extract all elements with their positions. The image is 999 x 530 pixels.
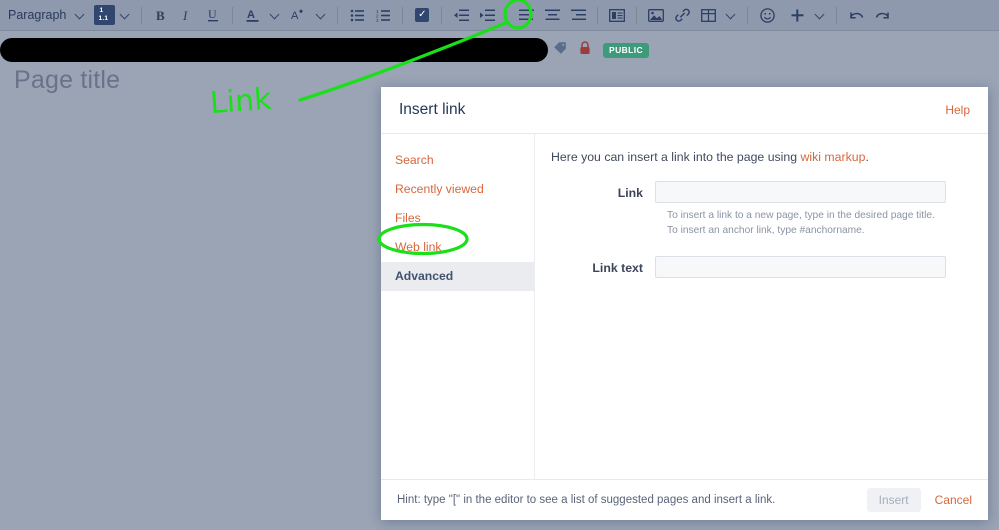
table-icon bbox=[696, 4, 720, 26]
link-hint-anchor: To insert an anchor link, type #anchorna… bbox=[667, 225, 865, 236]
task-list-button[interactable]: ✓ bbox=[410, 4, 434, 26]
toolbar-divider bbox=[836, 6, 838, 24]
insert-more-dropdown[interactable] bbox=[784, 4, 830, 26]
text-color-dropdown[interactable]: A bbox=[239, 4, 285, 26]
align-right-button[interactable] bbox=[566, 4, 590, 26]
bold-button[interactable]: B bbox=[149, 4, 173, 26]
page-title-placeholder[interactable]: Page title bbox=[14, 66, 120, 95]
toolbar-divider bbox=[441, 6, 443, 24]
link-text-field-label: Link text bbox=[592, 261, 643, 275]
redo-button[interactable] bbox=[870, 4, 894, 26]
underline-button[interactable]: U bbox=[201, 4, 225, 26]
link-text-input[interactable] bbox=[655, 256, 946, 278]
italic-button[interactable]: I bbox=[175, 4, 199, 26]
chevron-down-icon bbox=[75, 10, 85, 20]
insert-table-dropdown[interactable] bbox=[695, 4, 741, 26]
redacted-breadcrumb-bar bbox=[0, 38, 548, 62]
chevron-down-icon bbox=[726, 10, 736, 20]
intro-suffix: . bbox=[865, 150, 869, 164]
dialog-content: Here you can insert a link into the page… bbox=[535, 134, 988, 479]
svg-text:A: A bbox=[247, 9, 255, 21]
clear-formatting-icon: A bbox=[286, 4, 310, 26]
svg-text:U: U bbox=[208, 7, 217, 21]
indent-button[interactable] bbox=[475, 4, 499, 26]
field-spacer bbox=[551, 238, 966, 256]
help-link[interactable]: Help bbox=[945, 103, 970, 117]
app-root: Paragraph 1 1.1 B I U A A 1 2 3 ✓ PUBLIC… bbox=[0, 0, 999, 530]
toolbar-divider bbox=[636, 6, 638, 24]
outdent-button[interactable] bbox=[449, 4, 473, 26]
numbered-heading-icon: 1 1.1 bbox=[94, 5, 116, 25]
svg-text:3: 3 bbox=[376, 18, 379, 22]
wiki-markup-link[interactable]: wiki markup bbox=[801, 150, 866, 164]
dialog-footer: Hint: type "[" in the editor to see a li… bbox=[381, 479, 988, 520]
toolbar-divider bbox=[141, 6, 143, 24]
svg-text:B: B bbox=[156, 8, 165, 23]
link-field-hints: To insert a link to a new page, type in … bbox=[667, 208, 966, 238]
align-center-button[interactable] bbox=[540, 4, 564, 26]
insert-emoji-button[interactable] bbox=[755, 4, 779, 26]
link-text-field-row: Link text bbox=[551, 256, 966, 278]
page-header-icons: PUBLIC bbox=[553, 41, 650, 60]
sidebar-item-advanced[interactable]: Advanced bbox=[381, 262, 534, 291]
link-field-label: Link bbox=[617, 186, 643, 200]
footer-actions: Insert Cancel bbox=[866, 488, 972, 512]
numbered-heading-top: 1 bbox=[99, 7, 104, 14]
visibility-badge: PUBLIC bbox=[603, 43, 650, 58]
chevron-down-icon bbox=[270, 10, 280, 20]
align-left-button[interactable] bbox=[514, 4, 538, 26]
dialog-title: Insert link bbox=[399, 101, 466, 118]
link-hint-new-page: To insert a link to a new page, type in … bbox=[667, 210, 935, 221]
checkbox-icon: ✓ bbox=[415, 8, 430, 22]
intro-prefix: Here you can insert a link into the page… bbox=[551, 150, 801, 164]
paragraph-style-dropdown[interactable]: Paragraph bbox=[6, 4, 90, 26]
paragraph-style-label: Paragraph bbox=[8, 8, 67, 22]
dialog-sidebar: Search Recently viewed Files Web link Ad… bbox=[381, 134, 535, 479]
svg-text:I: I bbox=[182, 8, 188, 23]
chevron-down-icon bbox=[120, 10, 130, 20]
dialog-header: Insert link Help bbox=[381, 87, 988, 134]
text-color-icon: A bbox=[240, 4, 264, 26]
link-input[interactable] bbox=[655, 181, 946, 203]
sidebar-item-web-link[interactable]: Web link bbox=[381, 233, 534, 262]
chevron-down-icon bbox=[316, 10, 326, 20]
page-layout-button[interactable] bbox=[605, 4, 629, 26]
dialog-body: Search Recently viewed Files Web link Ad… bbox=[381, 134, 988, 479]
insert-link-button[interactable] bbox=[670, 4, 694, 26]
toolbar-divider bbox=[506, 6, 508, 24]
numbered-heading-bottom: 1.1 bbox=[98, 14, 109, 22]
chevron-down-icon bbox=[815, 10, 825, 20]
toolbar-divider bbox=[747, 6, 749, 24]
sidebar-item-recently-viewed[interactable]: Recently viewed bbox=[381, 175, 534, 204]
plus-icon bbox=[785, 4, 809, 26]
lock-icon[interactable] bbox=[579, 41, 591, 60]
insert-image-button[interactable] bbox=[644, 4, 668, 26]
footer-hint-text: Hint: type "[" in the editor to see a li… bbox=[397, 494, 776, 506]
toolbar-divider bbox=[337, 6, 339, 24]
sidebar-item-search[interactable]: Search bbox=[381, 146, 534, 175]
cancel-button[interactable]: Cancel bbox=[935, 493, 972, 507]
sidebar-item-files[interactable]: Files bbox=[381, 204, 534, 233]
insert-link-dialog: Insert link Help Search Recently viewed … bbox=[381, 87, 988, 520]
clear-formatting-dropdown[interactable]: A bbox=[285, 4, 331, 26]
annotation-handwritten-link: Link bbox=[208, 81, 273, 122]
undo-button[interactable] bbox=[844, 4, 868, 26]
intro-text: Here you can insert a link into the page… bbox=[551, 150, 966, 164]
link-field-row: Link bbox=[551, 181, 966, 203]
toolbar-divider bbox=[597, 6, 599, 24]
numbered-heading-dropdown[interactable]: 1 1.1 bbox=[94, 4, 135, 26]
numbered-list-button[interactable]: 1 2 3 bbox=[371, 4, 395, 26]
toolbar-divider bbox=[402, 6, 404, 24]
insert-button[interactable]: Insert bbox=[866, 488, 921, 512]
editor-toolbar: Paragraph 1 1.1 B I U A A 1 2 3 ✓ bbox=[0, 0, 999, 31]
tag-icon[interactable] bbox=[553, 41, 567, 60]
bullet-list-button[interactable] bbox=[345, 4, 369, 26]
svg-text:A: A bbox=[291, 10, 299, 22]
toolbar-divider bbox=[232, 6, 234, 24]
